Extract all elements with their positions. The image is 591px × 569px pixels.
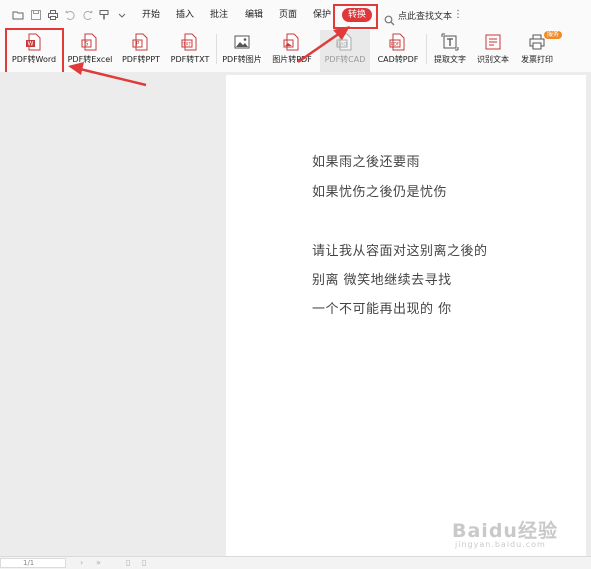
undo-icon[interactable] (64, 9, 76, 21)
ribbon-separator (426, 34, 427, 64)
status-bar: 1/1 › » ▯ ▯ (0, 556, 591, 569)
save-icon[interactable] (30, 9, 42, 21)
extract-text-label: 提取文字 (434, 55, 466, 64)
next-page-icon[interactable]: › (80, 557, 83, 568)
svg-text:PDF: PDF (391, 41, 400, 47)
pdf-to-image-label: PDF转图片 (222, 55, 262, 64)
search-icon[interactable] (384, 11, 395, 26)
annotation-box-convert-tab (333, 4, 378, 29)
open-folder-icon[interactable] (12, 9, 24, 21)
svg-text:S: S (85, 41, 89, 48)
recognize-text-label: 识别文本 (477, 55, 509, 64)
svg-text:CAD: CAD (337, 41, 347, 47)
pdf-to-ppt-icon: P (132, 33, 150, 51)
extract-text-button[interactable]: 提取文字 (429, 30, 471, 72)
page-number-field[interactable]: 1/1 (0, 558, 66, 568)
search-input[interactable]: 点此查找文本 (398, 9, 452, 22)
pdf-to-excel-button[interactable]: S PDF转Excel (64, 30, 116, 72)
pdf-to-txt-label: PDF转TXT (170, 55, 210, 64)
document-workspace[interactable]: 如果雨之後还要雨 如果忧伤之後仍是忧伤 请让我从容面对这别离之後的 别离 微笑地… (0, 72, 591, 556)
menu-comment[interactable]: 批注 (210, 9, 228, 21)
cad-to-pdf-icon: PDF (389, 33, 407, 51)
document-text-line: 一个不可能再出现的 你 (312, 302, 452, 317)
pdf-to-excel-label: PDF转Excel (67, 55, 113, 64)
more-options-icon[interactable]: ⋮ (453, 9, 463, 20)
recognize-text-button[interactable]: 识别文本 (472, 30, 514, 72)
cad-to-pdf-button[interactable]: PDF CAD转PDF (373, 30, 423, 72)
cad-to-pdf-label: CAD转PDF (377, 55, 419, 64)
svg-text:TXT: TXT (182, 41, 192, 47)
pdf-to-txt-icon: TXT (181, 33, 199, 51)
document-text-line: 如果雨之後还要雨 (312, 155, 421, 170)
menu-edit[interactable]: 编辑 (245, 9, 263, 21)
pdf-to-cad-button[interactable]: CAD PDF转CAD (320, 30, 370, 72)
pdf-to-cad-icon: CAD (336, 33, 354, 51)
double-page-view-icon[interactable]: ▯ (142, 557, 146, 568)
extract-text-icon (441, 33, 459, 51)
pdf-to-excel-icon: S (81, 33, 99, 51)
format-painter-icon[interactable] (98, 9, 110, 21)
pdf-to-ppt-label: PDF转PPT (121, 55, 161, 64)
pdf-to-image-icon (233, 33, 251, 51)
menu-page[interactable]: 页面 (279, 9, 297, 21)
print-icon[interactable] (47, 9, 59, 21)
customize-dropdown-icon[interactable] (116, 9, 128, 21)
invoice-print-label: 发票打印 (521, 55, 553, 64)
single-page-view-icon[interactable]: ▯ (126, 557, 130, 568)
pdf-to-image-button[interactable]: PDF转图片 (219, 30, 265, 72)
document-text-line: 请让我从容面对这别离之後的 (312, 244, 488, 259)
image-to-pdf-button[interactable]: 图片转PDF (268, 30, 316, 72)
watermark-logo: Baidu经验 jingyan.baidu.com (452, 520, 558, 549)
pdf-to-ppt-button[interactable]: P PDF转PPT (118, 30, 164, 72)
menu-home[interactable]: 开始 (142, 9, 160, 21)
document-page[interactable]: 如果雨之後还要雨 如果忧伤之後仍是忧伤 请让我从容面对这别离之後的 别离 微笑地… (226, 75, 586, 556)
document-text-line: 如果忧伤之後仍是忧伤 (312, 185, 448, 200)
pdf-to-cad-label: PDF转CAD (324, 55, 366, 64)
pdf-to-txt-button[interactable]: TXT PDF转TXT (166, 30, 214, 72)
document-text-line: 别离 微笑地继续去寻找 (312, 273, 452, 288)
image-to-pdf-label: 图片转PDF (272, 55, 312, 64)
ribbon-separator (216, 34, 217, 64)
menu-insert[interactable]: 插入 (176, 9, 194, 21)
recognize-text-icon (484, 33, 502, 51)
last-page-icon[interactable]: » (96, 557, 101, 568)
redo-icon[interactable] (82, 9, 94, 21)
ribbon-toolbar: W PDF转Word S PDF转Excel P PDF转PPT TXT PDF… (0, 30, 591, 73)
service-badge: 服务 (544, 31, 563, 39)
menu-bar: 开始 插入 批注 编辑 页面 保护 转换 点此查找文本 ⋮ (0, 0, 591, 30)
menu-protect[interactable]: 保护 (313, 9, 331, 21)
svg-text:P: P (136, 41, 140, 48)
image-to-pdf-icon (283, 33, 301, 51)
